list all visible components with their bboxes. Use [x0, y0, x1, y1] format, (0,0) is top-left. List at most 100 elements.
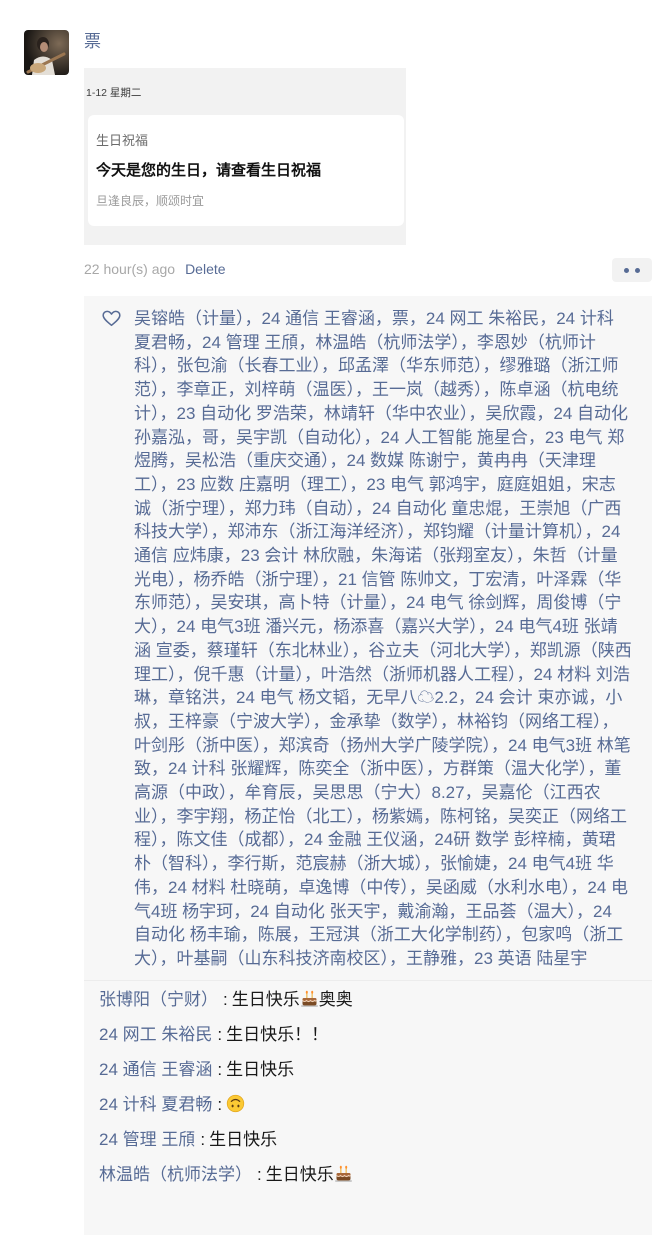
comment-author-name[interactable]: 张博阳（宁财）	[99, 990, 218, 1009]
comment-row[interactable]: 24 网工 朱裕民: 生日快乐！！	[99, 1023, 637, 1047]
liker-name[interactable]: 牟育辰	[245, 783, 296, 802]
liker-name[interactable]: 杨添喜（嘉兴大学）	[333, 617, 478, 636]
liker-name[interactable]: 倪千惠（计量）	[194, 665, 305, 684]
liker-name[interactable]: 哥	[202, 428, 219, 447]
liker-name[interactable]: 卓逸博（中传）	[298, 878, 409, 897]
liker-name[interactable]: 林温皓（杭师法学）	[315, 333, 460, 352]
liker-name[interactable]: 24 自动化 张天宇	[250, 902, 380, 921]
liker-name[interactable]: 林靖轩（华中农业）	[324, 404, 469, 423]
likes-separator: ，	[151, 688, 168, 708]
liker-name[interactable]: 24 管理 王頎	[202, 333, 298, 352]
liker-name[interactable]: 范宸赫（浙大城）	[296, 854, 424, 873]
liker-name[interactable]: 王冠淇（浙工大化学制药）	[309, 925, 505, 944]
liker-name[interactable]: 朱海诺（张翔室友）	[371, 546, 516, 565]
liker-name[interactable]: 24 人工智能 施星合	[381, 428, 528, 447]
author-name[interactable]: 票	[84, 31, 101, 53]
avatar[interactable]	[24, 30, 69, 75]
liker-name[interactable]: 王梓豪（宁波大学）	[168, 712, 313, 731]
comment-separator: :	[217, 1094, 223, 1114]
liker-name[interactable]: 24 数媒 陈谢宁	[347, 451, 460, 470]
likes-separator: ，	[425, 759, 443, 779]
liker-name[interactable]: 吴安琪	[211, 593, 262, 612]
liker-name[interactable]: 林裕钧（网络工程）	[457, 712, 602, 731]
liker-name[interactable]: 陈文佳（成都）	[177, 830, 288, 849]
liker-name[interactable]: 李行斯	[228, 854, 279, 873]
comment-author-name[interactable]: 24 管理 王頎	[99, 1130, 195, 1149]
comment-row[interactable]: 24 通信 王睿涵: 生日快乐	[99, 1058, 637, 1082]
comment-author-name[interactable]: 24 计科 夏君畅	[99, 1095, 212, 1114]
comment-row[interactable]: 张博阳（宁财）: 生日快乐 奥奥	[99, 988, 637, 1012]
liker-name[interactable]: 叶浩然（浙师机器人工程）	[321, 665, 517, 684]
comment-row[interactable]: 24 管理 王頎: 生日快乐	[99, 1128, 637, 1152]
more-actions-button[interactable]	[612, 258, 652, 282]
liker-name[interactable]: 24 自动化 童忠焜	[372, 499, 502, 518]
liker-name[interactable]: 21 信管 陈帅文	[338, 570, 451, 589]
delete-button[interactable]: Delete	[185, 261, 225, 277]
liker-name[interactable]: 金承挚（数学）	[330, 712, 441, 731]
liker-name[interactable]: 24 电气3班 潘兴元	[177, 617, 317, 636]
liker-name[interactable]: 24 电气 杨文韬	[236, 688, 349, 707]
liker-name[interactable]: 杨紫嫣	[372, 807, 423, 826]
liker-name[interactable]: 刘梓萌（温医）	[245, 380, 356, 399]
liker-name[interactable]: 吴思思（宁大）8.27	[313, 783, 465, 802]
comment-text: 生日快乐	[231, 989, 300, 1009]
likes-separator: ，	[408, 877, 426, 897]
liker-name[interactable]: 票	[392, 309, 409, 328]
liker-name[interactable]: 24 网工 朱裕民	[426, 309, 539, 328]
liker-name[interactable]: 杨乔皓（浙宁理）	[194, 570, 322, 589]
liker-name[interactable]: 24 计科 张耀辉	[168, 759, 281, 778]
liker-name[interactable]: 邱孟澤（华东师范）	[338, 356, 483, 375]
liker-name[interactable]: 23 电气 郭鸿宇	[366, 475, 479, 494]
liker-name[interactable]: 丁宏清	[468, 570, 519, 589]
liker-name[interactable]: 蔡瑾轩（东北林业）	[207, 641, 352, 660]
liker-name[interactable]: 郑沛东（浙江海洋经济）	[228, 522, 407, 541]
liker-name[interactable]: 李宇翔	[177, 807, 228, 826]
liker-name[interactable]: 王静雅	[406, 949, 457, 968]
liker-name[interactable]: 方群策（温大化学）	[443, 759, 588, 778]
liker-name[interactable]: 24 电气 徐剑辉	[406, 593, 519, 612]
liker-name[interactable]: 叶基嗣（山东科技济南校区）	[177, 949, 390, 968]
liker-name[interactable]: 23 会计 林欣融	[241, 546, 354, 565]
liker-name[interactable]: 陈奕全（浙中医）	[298, 759, 426, 778]
liker-name[interactable]: 24 材料 杜晓萌	[168, 878, 281, 897]
liker-name[interactable]: 吴欣霞	[485, 404, 536, 423]
comment-author-name[interactable]: 林温皓（杭师法学）	[99, 1165, 252, 1184]
liker-name[interactable]: 庭庭姐姐	[497, 475, 565, 494]
liker-name[interactable]: 郑力玮（自动）	[245, 499, 356, 518]
liker-name[interactable]: 戴渝瀚	[398, 902, 449, 921]
comment-author-name[interactable]: 24 通信 王睿涵	[99, 1060, 212, 1079]
post-image[interactable]: 1-12 星期二 生日祝福 今天是您的生日，请查看生日祝福 旦逢良辰，顺颂时宜	[84, 68, 406, 245]
liker-name[interactable]: 吴镕皓（计量）	[134, 309, 245, 328]
liker-name[interactable]: 24 通信 王睿涵	[262, 309, 375, 328]
liker-name[interactable]: 张包渝（长春工业）	[177, 356, 322, 375]
likes-separator: ，	[151, 711, 168, 731]
liker-name[interactable]: 24 金融 王仪涵	[304, 830, 417, 849]
liker-name[interactable]: 吴松浩（重庆交通）	[185, 451, 330, 470]
liker-name[interactable]: 无早八☁2.2	[366, 688, 458, 707]
image-card-headline: 今天是您的生日，请查看生日祝福	[96, 162, 322, 179]
liker-name[interactable]: 王一岚（越秀）	[372, 380, 483, 399]
liker-name[interactable]: 吴函威（水利水电）	[426, 878, 571, 897]
liker-name[interactable]: 郑钧耀（计量计算机）	[423, 522, 585, 541]
liker-name[interactable]: 23 自动化 罗浩荣	[177, 404, 307, 423]
liker-name[interactable]: 谷立夫（河北大学）	[368, 641, 513, 660]
comment-row[interactable]: 林温皓（杭师法学）: 生日快乐	[99, 1163, 637, 1187]
liker-name[interactable]: 张愉婕	[440, 854, 491, 873]
liker-name[interactable]: 吴宇凯（自动化）	[236, 428, 364, 447]
liker-name[interactable]: 24研 数学 彭梓楠	[434, 830, 564, 849]
comment-author-name[interactable]: 24 网工 朱裕民	[99, 1025, 212, 1044]
liker-name[interactable]: 23 应数 庄嘉明（理工）	[177, 475, 350, 494]
liker-name[interactable]: 李章正	[177, 380, 228, 399]
liker-name[interactable]: 叶剑彤（浙中医）	[134, 736, 262, 755]
comment-row[interactable]: 24 计科 夏君畅:	[99, 1093, 637, 1117]
liker-name[interactable]: 王品荟（温大）	[466, 902, 577, 921]
liker-name[interactable]: 陈柯铭	[440, 807, 491, 826]
liker-name[interactable]: 陈展	[258, 925, 292, 944]
liker-name[interactable]: 章铭洪	[168, 688, 219, 707]
liker-name[interactable]: 郑滨奇（扬州大学广陵学院）	[279, 736, 492, 755]
liker-name[interactable]: 杨芷怡（北工）	[245, 807, 356, 826]
liker-name[interactable]: 23 英语 陆星宇	[474, 949, 587, 968]
likes-separator: ，	[564, 830, 582, 850]
liker-name[interactable]: 24 会计 束亦诚	[475, 688, 588, 707]
liker-name[interactable]: 高卜特（计量）	[279, 593, 390, 612]
